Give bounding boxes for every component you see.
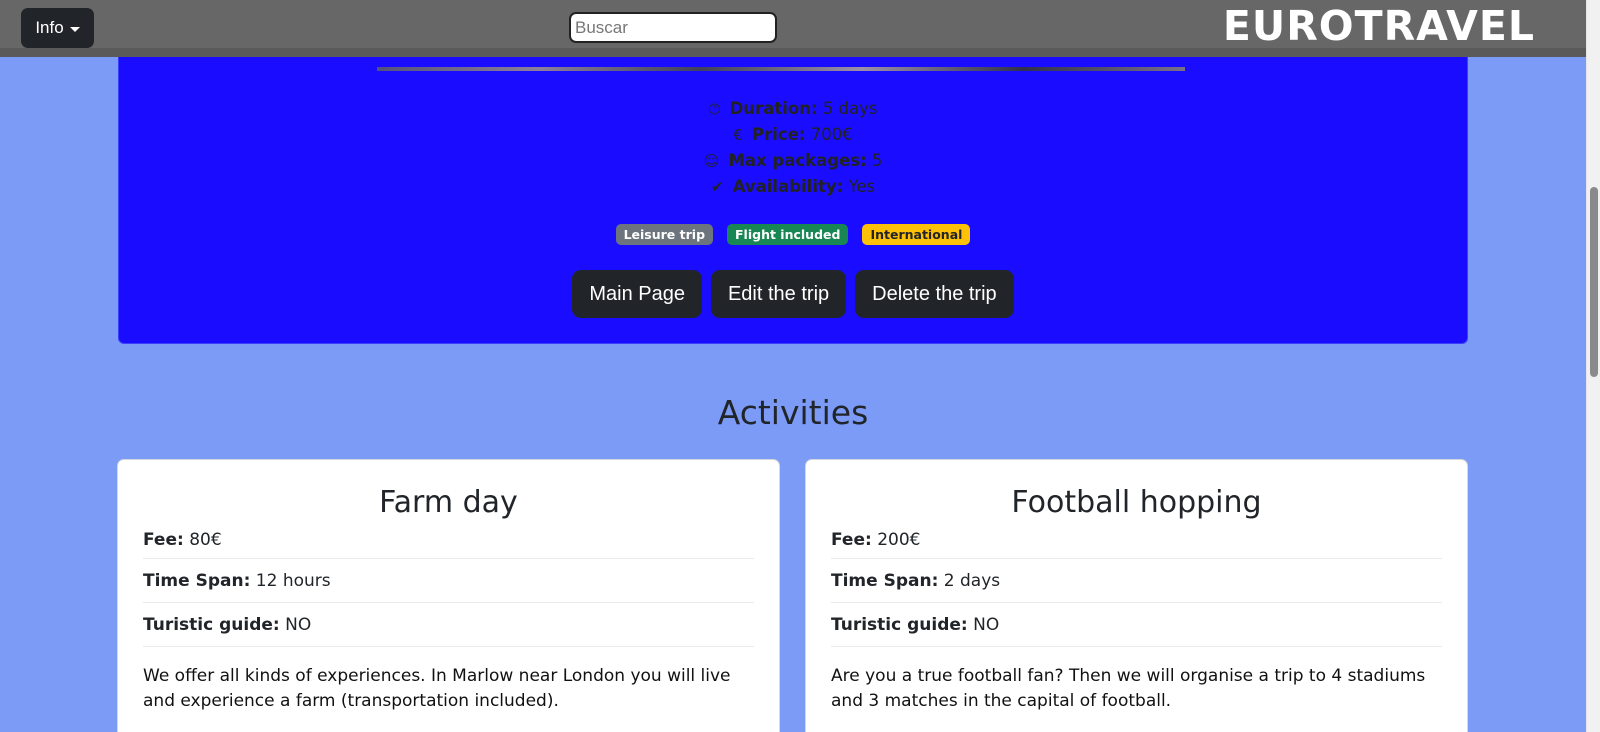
time-span-row: Time Span: 2 days xyxy=(831,559,1442,603)
caret-down-icon xyxy=(69,26,80,32)
guide-value: NO xyxy=(285,615,312,635)
duration-value: 5 days xyxy=(822,99,878,118)
duration-row: 🕑︎ Duration: 5 days xyxy=(119,96,1467,122)
time-span-value: 2 days xyxy=(943,571,1001,591)
badge-leisure-trip: Leisure trip xyxy=(615,224,714,245)
top-navbar: Info EUROTRAVEL xyxy=(0,0,1586,57)
euro-icon: € xyxy=(733,126,743,144)
guide-label: Turistic guide: xyxy=(143,615,280,635)
fee-label: Fee: xyxy=(831,530,872,550)
price-label: Price: xyxy=(752,125,806,144)
guide-row: Turistic guide: NO xyxy=(831,603,1442,647)
price-value: 700€ xyxy=(810,125,853,144)
trip-actions: Main Page Edit the trip Delete the trip xyxy=(119,270,1467,318)
max-packages-label: Max packages: xyxy=(728,151,867,170)
guide-row: Turistic guide: NO xyxy=(143,603,754,647)
activity-description: We offer all kinds of experiences. In Ma… xyxy=(143,666,731,711)
activities-title: Activities xyxy=(717,393,869,432)
activity-name: Farm day xyxy=(379,485,518,520)
info-label: Info xyxy=(35,18,64,37)
search-input[interactable] xyxy=(569,12,777,43)
guide-label: Turistic guide: xyxy=(831,615,968,635)
main-page-button[interactable]: Main Page xyxy=(572,270,702,318)
time-span-label: Time Span: xyxy=(831,571,939,591)
activity-card: Farm day Fee: 80€ Time Span: 12 hours Tu… xyxy=(117,459,780,732)
availability-row: ✔ Availability: Yes xyxy=(119,174,1467,200)
delete-trip-button[interactable]: Delete the trip xyxy=(855,270,1014,318)
fee-value: 80€ xyxy=(189,530,222,550)
activity-name: Football hopping xyxy=(1011,485,1262,520)
max-packages-row: ☺ Max packages: 5 xyxy=(119,148,1467,174)
time-span-label: Time Span: xyxy=(143,571,251,591)
fee-row: Fee: 200€ xyxy=(831,521,1442,559)
guide-value: NO xyxy=(973,615,1000,635)
badge-flight-included: Flight included xyxy=(727,224,849,245)
time-span-value: 12 hours xyxy=(255,571,331,591)
max-packages-value: 5 xyxy=(871,151,883,170)
trip-specs: 🕑︎ Duration: 5 days € Price: 700€ ☺ Max … xyxy=(119,96,1467,200)
time-span-row: Time Span: 12 hours xyxy=(143,559,754,603)
page-scrollbar[interactable] xyxy=(1586,0,1600,732)
trip-image xyxy=(377,67,1185,71)
brand-logo[interactable]: EUROTRAVEL xyxy=(1223,2,1535,50)
availability-label: Availability: xyxy=(732,177,844,196)
trip-card: 🕑︎ Duration: 5 days € Price: 700€ ☺ Max … xyxy=(118,40,1468,344)
edit-trip-button[interactable]: Edit the trip xyxy=(710,270,847,318)
fee-value: 200€ xyxy=(877,530,921,550)
availability-value: Yes xyxy=(848,177,876,196)
clock-icon: 🕑︎ xyxy=(708,100,721,118)
info-dropdown-button[interactable]: Info xyxy=(21,8,94,48)
scrollbar-thumb[interactable] xyxy=(1590,187,1598,377)
fee-row: Fee: 80€ xyxy=(143,521,754,559)
activity-card: Football hopping Fee: 200€ Time Span: 2 … xyxy=(805,459,1468,732)
people-icon: ☺ xyxy=(703,152,720,170)
activity-description: Are you a true football fan? Then we wil… xyxy=(831,666,1426,711)
fee-label: Fee: xyxy=(143,530,184,550)
duration-label: Duration: xyxy=(729,99,818,118)
price-row: € Price: 700€ xyxy=(119,122,1467,148)
check-circle-icon: ✔ xyxy=(710,178,724,196)
badge-international: International xyxy=(862,224,971,245)
trip-badges: Leisure trip Flight included Internation… xyxy=(119,224,1467,245)
